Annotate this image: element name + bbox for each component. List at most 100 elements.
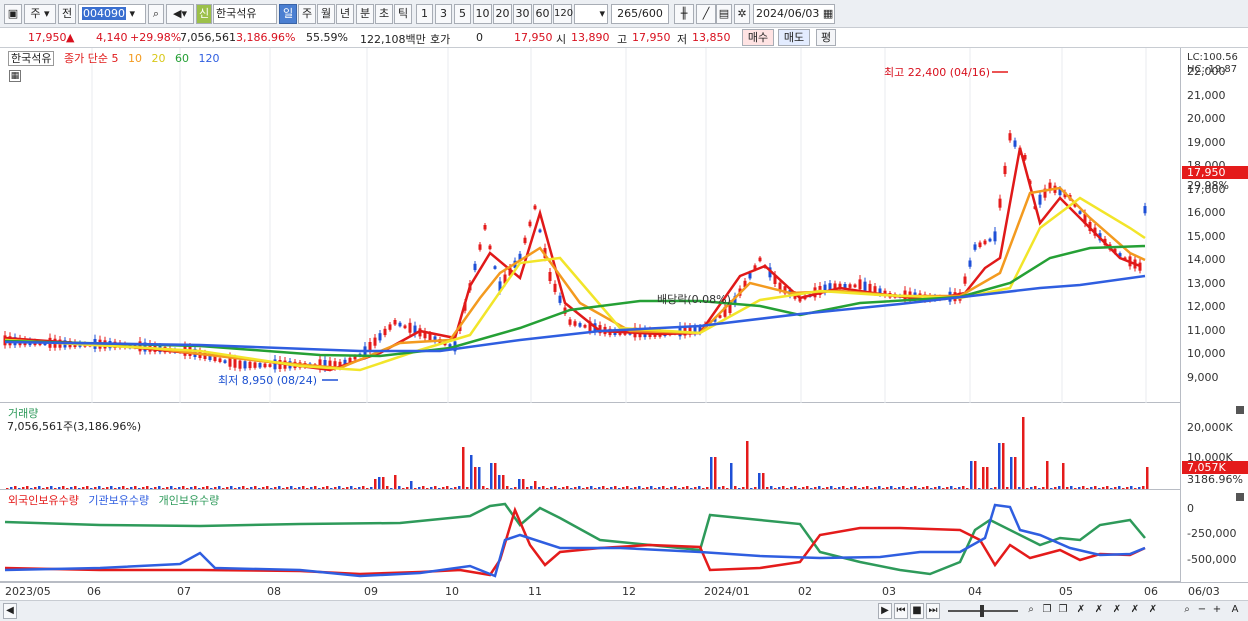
zoom-slider-handle[interactable]: [980, 605, 984, 617]
zoom-in-icon[interactable]: +: [1210, 603, 1224, 619]
volume-bar: [574, 487, 577, 489]
volume-bar: [982, 467, 985, 489]
interval-120[interactable]: 120: [553, 4, 573, 24]
volume-bar: [714, 457, 717, 489]
date-field[interactable]: 2024/06/03 ▦: [753, 4, 835, 24]
volume-bar: [854, 486, 857, 489]
candle-body: [223, 360, 227, 363]
volume-bar: [586, 487, 589, 489]
volume-bar: [914, 486, 917, 489]
period-second[interactable]: 초: [375, 4, 393, 24]
market-select[interactable]: 주 ▾: [24, 4, 56, 24]
zoom-out-icon[interactable]: −: [1195, 603, 1209, 619]
scroll-right-icon[interactable]: ▶: [878, 603, 892, 619]
custom-interval-select[interactable]: ▾: [574, 4, 608, 24]
volume-chart[interactable]: 거래량 7,056,561주(3,186.96%): [0, 403, 1180, 490]
volume-bar: [634, 487, 637, 489]
candle-body: [1038, 194, 1042, 205]
volume-bar: [190, 487, 193, 489]
volume-bar: [626, 486, 629, 489]
volume-bar: [1058, 486, 1061, 489]
volume-bar: [422, 486, 425, 489]
tool-4-icon[interactable]: ✗: [1128, 603, 1142, 619]
count-field[interactable]: 265/600: [611, 4, 669, 24]
interval-60[interactable]: 60: [533, 4, 552, 24]
window-2-icon[interactable]: ❐: [1056, 603, 1070, 619]
volume-bar: [922, 487, 925, 489]
zoom-icon[interactable]: ⌕: [1024, 603, 1038, 619]
candle-body: [748, 273, 752, 279]
draw-line-icon[interactable]: ╱: [696, 4, 716, 24]
volume-bar: [506, 486, 509, 489]
volume-bar: [274, 487, 277, 489]
period-day[interactable]: 일: [279, 4, 297, 24]
scroll-left-icon[interactable]: ◀: [3, 603, 17, 619]
holder-chart[interactable]: 외국인보유수량 기관보유수량 개인보유수량: [0, 490, 1180, 582]
volume-bar: [70, 487, 73, 489]
first-page-icon[interactable]: ⏮: [894, 603, 908, 619]
eval-button[interactable]: 평: [816, 29, 836, 46]
speaker-icon[interactable]: ◀▾: [166, 4, 194, 24]
search-icon[interactable]: ⌕: [148, 4, 164, 24]
volume-bar: [1094, 486, 1097, 489]
stock-code-input[interactable]: 004090 ▾: [78, 4, 146, 24]
gear-icon[interactable]: ✲: [734, 4, 750, 24]
volume-bar: [166, 487, 169, 489]
volume-bar: [1106, 486, 1109, 489]
last-page-icon[interactable]: ⏭: [926, 603, 940, 619]
candle-body: [428, 333, 432, 341]
font-size-icon[interactable]: A: [1228, 603, 1242, 619]
volume-bar: [578, 486, 581, 489]
volume-bar: [694, 487, 697, 489]
chart-type-icon[interactable]: ▣: [4, 4, 22, 24]
interval-3[interactable]: 3: [435, 4, 452, 24]
holder-tick-500k: -500,000: [1187, 553, 1237, 566]
x-label: 2024/01: [704, 585, 750, 598]
x-label: 06/03: [1188, 585, 1220, 598]
type-button[interactable]: 전: [58, 4, 76, 24]
interval-30[interactable]: 30: [513, 4, 532, 24]
period-month[interactable]: 월: [317, 4, 335, 24]
volume-axis: 20,000K 10,000K 7,057K 3186.96%: [1180, 403, 1248, 490]
period-tick[interactable]: 틱: [394, 4, 412, 24]
volume-bar: [1122, 488, 1125, 489]
interval-10[interactable]: 10: [473, 4, 492, 24]
interval-1[interactable]: 1: [416, 4, 433, 24]
volume-bar: [290, 486, 293, 489]
tool-1-icon[interactable]: ✗: [1074, 603, 1088, 619]
interval-5[interactable]: 5: [454, 4, 471, 24]
buy-button[interactable]: 매수: [742, 29, 774, 46]
x-axis: 2023/05 06 07 08 09 10 11 12 2024/01 02 …: [0, 582, 1248, 600]
close-pane-icon-2[interactable]: [1236, 493, 1244, 501]
volume-bar: [334, 487, 337, 489]
close-pane-icon[interactable]: [1236, 406, 1244, 414]
volume-bar: [666, 488, 669, 489]
volume-bar: [710, 457, 713, 489]
volume-bar: [374, 479, 377, 489]
interval-20[interactable]: 20: [493, 4, 512, 24]
candle-body: [478, 244, 482, 250]
price-chart[interactable]: 한국석유 종가 단순 5 10 20 60 120 ▦ 최고 22,400 (0…: [0, 48, 1180, 403]
save-icon[interactable]: ▤: [716, 4, 732, 24]
scroll-bar[interactable]: ◀ ▶ ⏮ ■ ⏭ ⌕ ❐ ❐ ✗ ✗ ✗ ✗ ✗ ⌕ − + A: [0, 600, 1248, 621]
tool-2-icon[interactable]: ✗: [1092, 603, 1106, 619]
x-label: 06: [87, 585, 101, 598]
candle-icon[interactable]: ╫: [674, 4, 694, 24]
period-year[interactable]: 년: [336, 4, 354, 24]
volume-bar: [610, 487, 613, 489]
volume-bar: [526, 487, 529, 489]
legend-foreign: 외국인보유수량: [8, 494, 79, 507]
volume-bar: [46, 487, 49, 489]
stop-icon[interactable]: ■: [910, 603, 924, 619]
period-minute[interactable]: 분: [356, 4, 374, 24]
window-icon[interactable]: ❐: [1040, 603, 1054, 619]
search-2-icon[interactable]: ⌕: [1180, 603, 1194, 619]
tool-5-icon[interactable]: ✗: [1146, 603, 1160, 619]
sell-button[interactable]: 매도: [778, 29, 810, 46]
grid-toggle-icon[interactable]: ▦: [9, 70, 21, 82]
tool-3-icon[interactable]: ✗: [1110, 603, 1124, 619]
holder-legend: 외국인보유수량 기관보유수량 개인보유수량: [8, 492, 225, 508]
period-week[interactable]: 주: [298, 4, 316, 24]
volume-bar: [554, 486, 557, 489]
low-label: 저: [677, 33, 688, 46]
